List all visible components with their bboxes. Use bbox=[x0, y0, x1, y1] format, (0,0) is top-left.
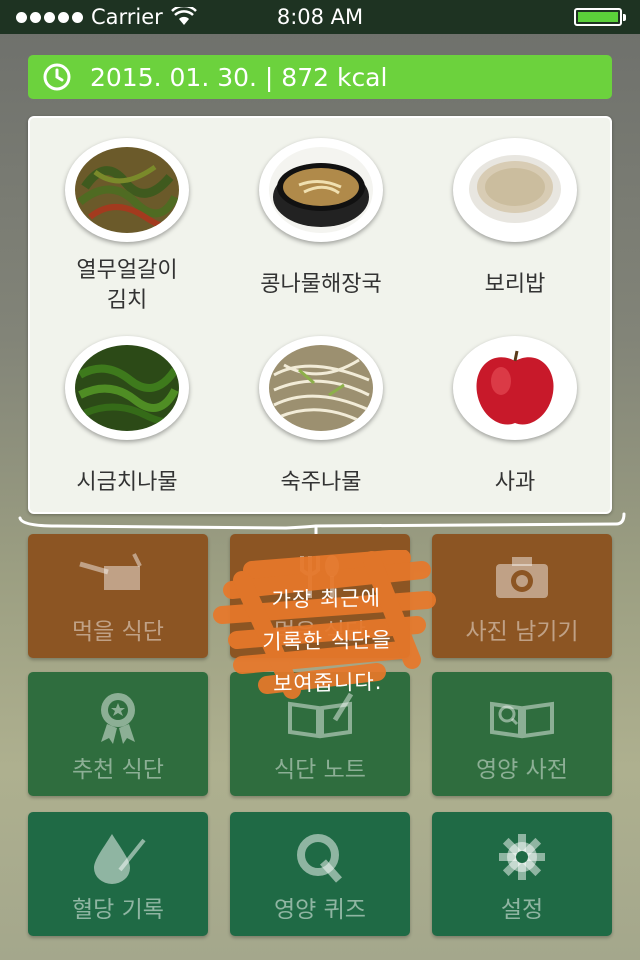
dictionary-icon bbox=[490, 701, 554, 739]
pot-icon bbox=[79, 553, 142, 590]
menu-tile-nutrition-quiz[interactable]: 영양 퀴즈 bbox=[230, 812, 410, 936]
food-name: 시금치나물 bbox=[76, 470, 178, 495]
status-time: 8:08 AM bbox=[276, 5, 364, 29]
status-bar: Carrier 8:08 AM bbox=[0, 0, 640, 34]
date-kcal-text: 2015. 01. 30. | 872 kcal bbox=[90, 62, 388, 92]
gear-icon bbox=[499, 834, 545, 880]
food-plate bbox=[453, 138, 577, 242]
menu-tile-settings[interactable]: 설정 bbox=[432, 812, 612, 936]
apple-image bbox=[463, 345, 567, 431]
spinach-image bbox=[75, 345, 179, 431]
food-name: 사과 bbox=[494, 470, 536, 495]
food-plate bbox=[259, 138, 383, 242]
menu-tile-recommended[interactable]: 추천 식단 bbox=[28, 672, 208, 796]
clock-icon bbox=[43, 63, 71, 91]
food-name: 콩나물해장국 bbox=[260, 272, 382, 297]
barley-rice-image bbox=[463, 147, 567, 233]
date-summary-bar[interactable]: 2015. 01. 30. | 872 kcal bbox=[28, 55, 612, 99]
camera-icon bbox=[496, 557, 548, 598]
kimchi-image bbox=[75, 147, 179, 233]
menu-tile-meal-plan[interactable]: 먹을 식단 bbox=[28, 534, 208, 658]
recent-meal-card: 열무얼갈이 김치 콩나물해장국 보리밥 시금치나물 숙주나물 사과 bbox=[28, 116, 612, 514]
blood-drop-icon bbox=[94, 834, 146, 884]
menu-tile-nutrition-dictionary[interactable]: 영양 사전 bbox=[432, 672, 612, 796]
food-item[interactable]: 시금치나물 bbox=[30, 336, 224, 498]
bean-sprouts-image bbox=[269, 345, 373, 431]
battery-icon bbox=[574, 8, 626, 26]
food-item[interactable]: 사과 bbox=[418, 336, 612, 498]
award-ribbon-icon bbox=[101, 693, 135, 744]
callout-text: 가장 최근에 기록한 식단을 보여줍니다. bbox=[261, 586, 392, 696]
food-plate bbox=[259, 336, 383, 440]
food-name: 숙주나물 bbox=[280, 470, 362, 495]
menu-tile-blood-sugar[interactable]: 혈당 기록 bbox=[28, 812, 208, 936]
menu-tile-photo[interactable]: 사진 남기기 bbox=[432, 534, 612, 658]
food-item[interactable]: 숙주나물 bbox=[224, 336, 418, 498]
quiz-q-icon bbox=[297, 834, 342, 883]
food-plate bbox=[65, 138, 189, 242]
food-plate bbox=[453, 336, 577, 440]
food-name: 열무얼갈이 김치 bbox=[76, 258, 178, 313]
food-item[interactable]: 콩나물해장국 bbox=[224, 138, 418, 300]
food-plate bbox=[65, 336, 189, 440]
food-name: 보리밥 bbox=[484, 272, 546, 297]
food-item[interactable]: 열무얼갈이 김치 bbox=[30, 138, 224, 316]
soup-bowl-image bbox=[269, 147, 373, 233]
food-item[interactable]: 보리밥 bbox=[418, 138, 612, 300]
